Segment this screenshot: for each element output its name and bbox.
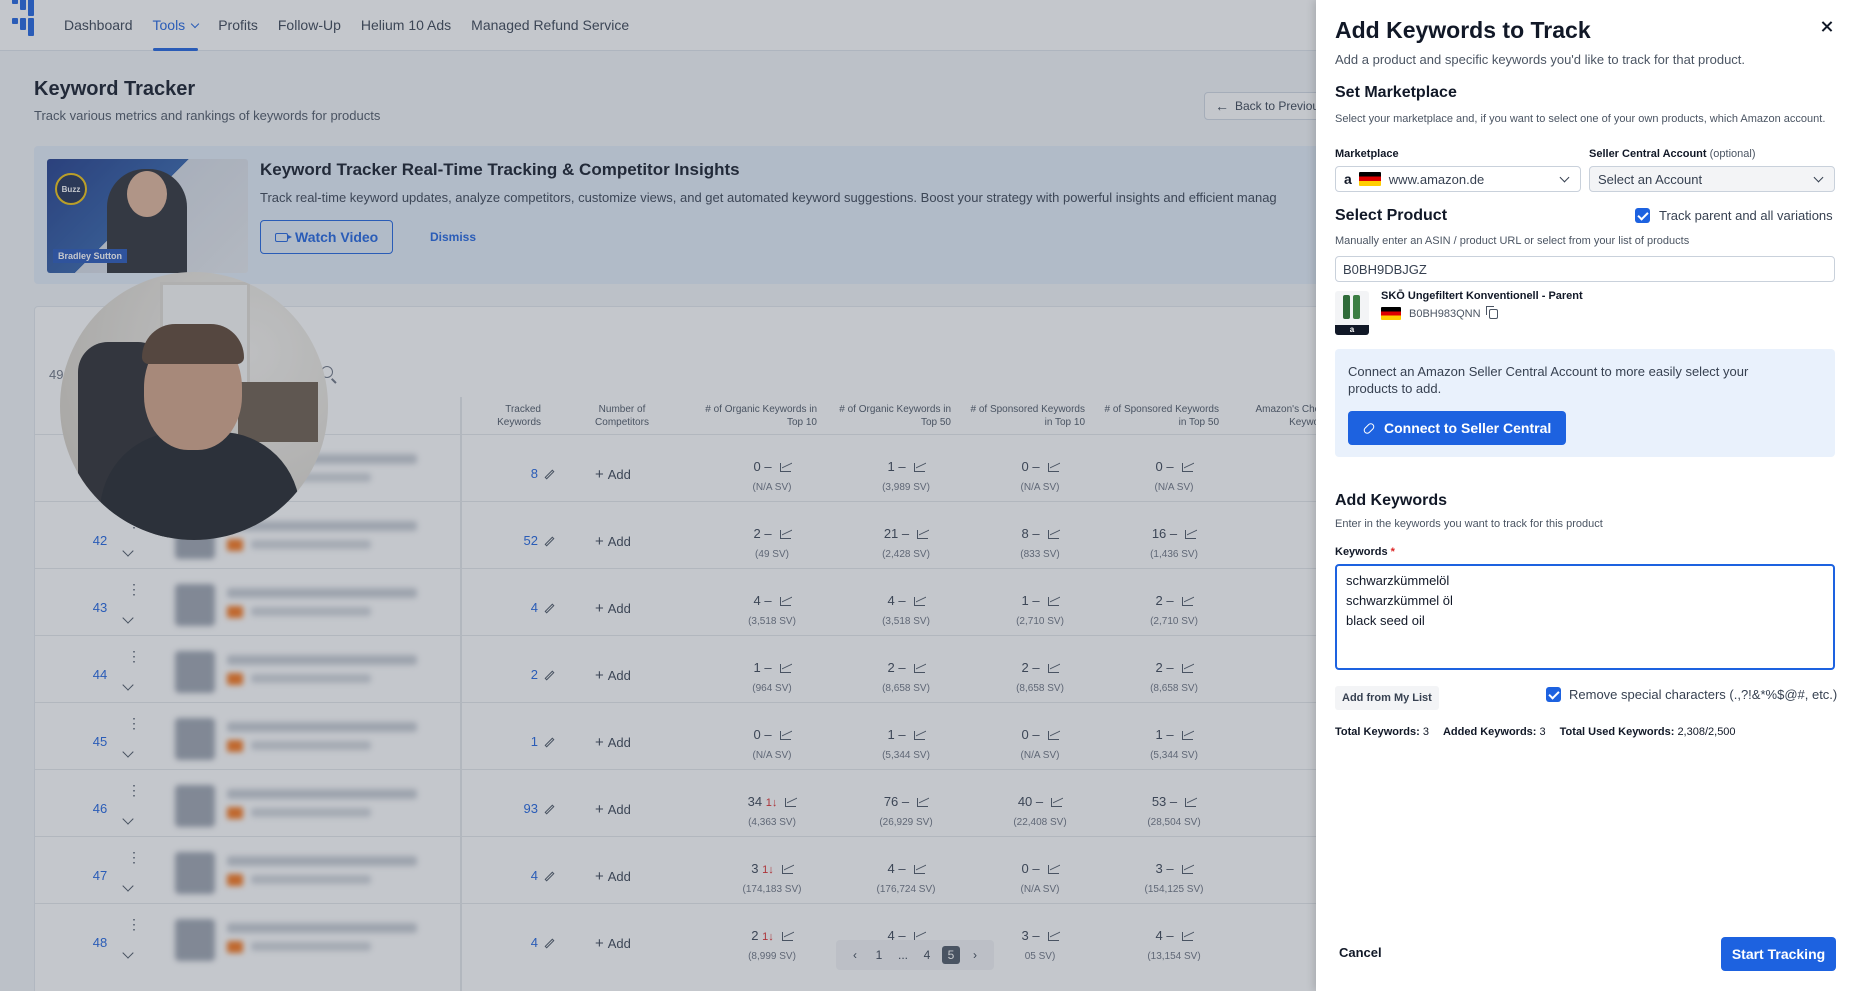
marketplace-help: Select your marketplace and, if you want…: [1335, 113, 1826, 125]
modal-backdrop[interactable]: [0, 0, 1316, 991]
set-marketplace-heading: Set Marketplace: [1335, 84, 1457, 101]
keyword-line: schwarzkümmel öl: [1346, 593, 1453, 608]
added-keywords: Added Keywords: 3: [1442, 726, 1546, 738]
marketplace-label: Marketplace: [1335, 148, 1399, 160]
add-keywords-heading: Add Keywords: [1335, 492, 1448, 509]
track-parent-checkbox[interactable]: [1635, 208, 1650, 223]
total-used-keywords: Total Used Keywords: 2,308/2,500: [1559, 726, 1736, 738]
keywords-help: Enter in the keywords you want to track …: [1335, 518, 1603, 530]
seller-account-label: Seller Central Account (optional): [1589, 148, 1756, 160]
product-image: a: [1335, 291, 1369, 335]
asin-input[interactable]: [1335, 256, 1835, 282]
keyword-stats: Total Keywords: 3 Added Keywords: 3 Tota…: [1335, 726, 1736, 738]
product-help: Manually enter an ASIN / product URL or …: [1335, 235, 1690, 247]
add-from-my-list-button[interactable]: Add from My List: [1335, 686, 1439, 710]
copy-icon[interactable]: [1485, 305, 1498, 319]
connect-button-label: Connect to Seller Central: [1384, 420, 1552, 436]
marketplace-select[interactable]: a www.amazon.de: [1335, 166, 1581, 192]
drawer-title: Add Keywords to Track: [1335, 17, 1591, 43]
link-icon: [1362, 421, 1376, 435]
keywords-label: Keywords *: [1335, 546, 1395, 558]
connect-text: Connect an Amazon Seller Central Account…: [1348, 364, 1749, 396]
total-keywords: Total Keywords: 3: [1335, 726, 1429, 738]
seller-account-placeholder: Select an Account: [1598, 171, 1703, 187]
cancel-button[interactable]: Cancel: [1339, 945, 1382, 960]
product-asin-value: B0BH983QNN: [1409, 307, 1481, 320]
product-asin: B0BH983QNN: [1381, 305, 1498, 320]
remove-special-characters-label: Remove special characters (.,?!&*%$@#, e…: [1569, 687, 1838, 702]
drawer-footer: Cancel Start Tracking: [1316, 935, 1851, 991]
germany-flag-icon: [1358, 172, 1381, 186]
product-name: SKŌ Ungefiltert Konventionell - Parent: [1381, 290, 1583, 302]
germany-flag-icon: [1381, 307, 1401, 320]
track-parent-label: Track parent and all variations: [1659, 208, 1833, 223]
select-product-heading: Select Product: [1335, 207, 1448, 224]
chevron-down-icon: [1813, 172, 1824, 183]
add-keywords-drawer: Add Keywords to Track Add a product and …: [1316, 0, 1851, 991]
remove-special-characters-checkbox[interactable]: [1546, 687, 1561, 702]
seller-account-select[interactable]: Select an Account: [1589, 166, 1835, 192]
chevron-down-icon: [1559, 172, 1570, 183]
keywords-textarea[interactable]: schwarzkümmelöl schwarzkümmel öl black s…: [1335, 564, 1835, 670]
connect-seller-central-button[interactable]: Connect to Seller Central: [1348, 411, 1567, 445]
connect-seller-central-box: Connect an Amazon Seller Central Account…: [1335, 349, 1835, 457]
amazon-logo-icon: a: [1344, 171, 1352, 187]
drawer-subtitle: Add a product and specific keywords you'…: [1335, 52, 1746, 67]
close-icon[interactable]: [1818, 18, 1836, 36]
keyword-line: schwarzkümmelöl: [1346, 573, 1450, 588]
start-tracking-button[interactable]: Start Tracking: [1721, 937, 1836, 971]
marketplace-value: www.amazon.de: [1388, 171, 1485, 187]
keyword-line: black seed oil: [1346, 613, 1425, 628]
